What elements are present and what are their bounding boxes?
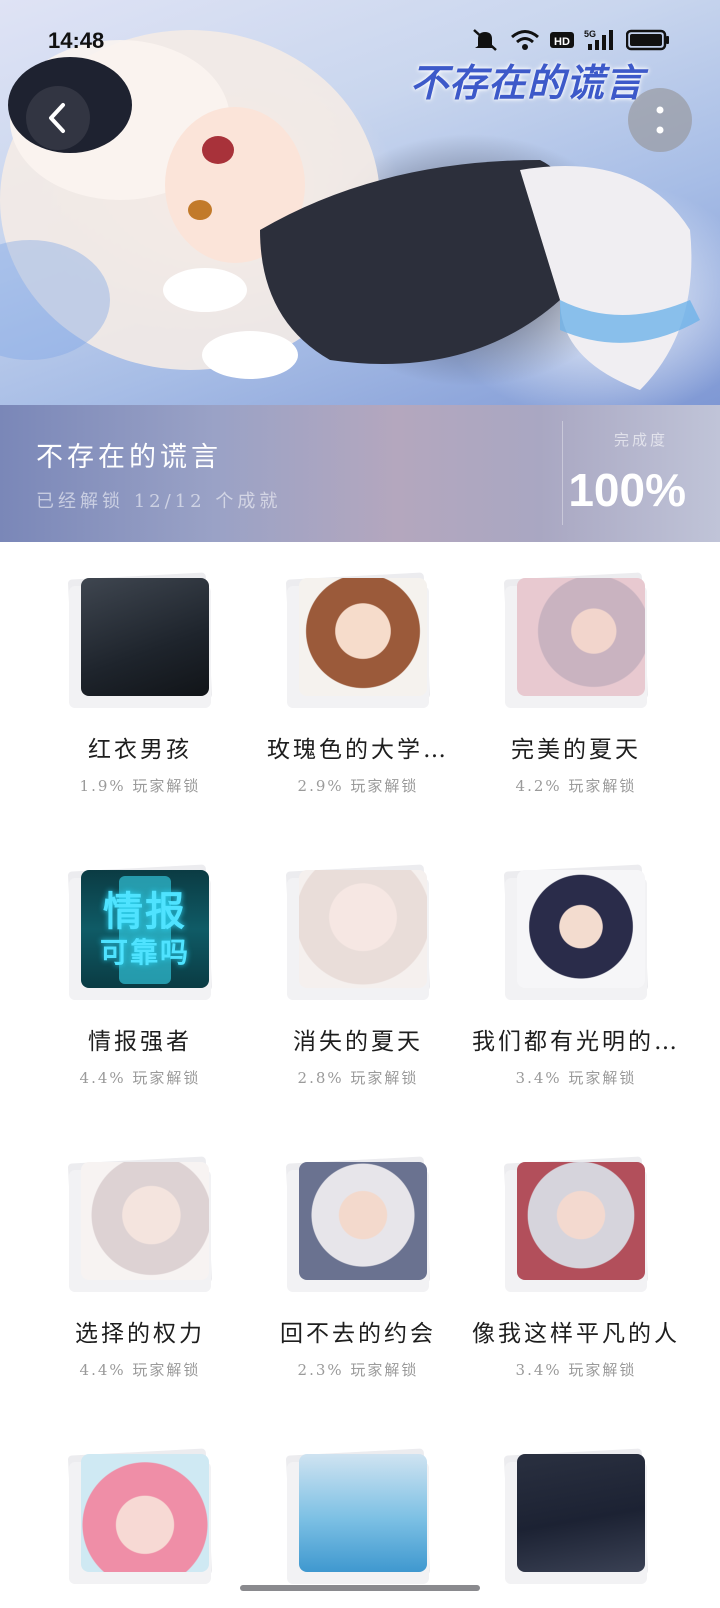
unlock-count: 已经解锁 12/12 个成就 [36, 491, 282, 512]
svg-text:HD: HD [554, 36, 570, 48]
achievement-title: 回不去的约会 [280, 1321, 436, 1347]
achievement-card[interactable]: 红衣男孩 1.9% 玩家解锁 [30, 542, 250, 812]
achievement-thumbnail [67, 1156, 213, 1292]
divider [562, 421, 563, 525]
battery-icon [626, 29, 669, 51]
achievement-unlock-rate: 4.2% 玩家解锁 [515, 777, 637, 795]
achievement-card[interactable]: 我们都有光明的… 3.4% 玩家解锁 [466, 834, 686, 1104]
achievement-card[interactable]: 完美的夏天 4.2% 玩家解锁 [466, 542, 686, 812]
progress-label: 完成度 [614, 431, 669, 449]
achievement-thumbnail [67, 1448, 213, 1584]
status-icons: HD 5G [470, 28, 670, 52]
svg-text:5G: 5G [584, 29, 596, 39]
achievement-thumbnail [503, 1448, 649, 1584]
achievement-card[interactable]: 情报 可靠吗情报强者 4.4% 玩家解锁 [30, 834, 250, 1104]
achievement-unlock-rate: 4.4% 玩家解锁 [79, 1361, 201, 1379]
achievement-title: 红衣男孩 [88, 737, 192, 763]
achievement-title: 情报强者 [88, 1029, 192, 1055]
achievement-image [81, 578, 209, 696]
achievement-image [299, 578, 427, 696]
achievement-title: 消失的夏天 [293, 1029, 423, 1055]
achievement-unlock-rate: 2.8% 玩家解锁 [297, 1069, 419, 1087]
more-options-button[interactable] [628, 88, 692, 152]
achievement-thumbnail [503, 864, 649, 1000]
achievement-card[interactable]: 选择的权力 4.4% 玩家解锁 [30, 1126, 250, 1396]
achievement-unlock-rate: 3.4% 玩家解锁 [515, 1361, 637, 1379]
achievement-image [81, 1454, 209, 1572]
achievement-thumbnail [285, 864, 431, 1000]
status-time: 14:48 [48, 28, 105, 53]
achievement-image [517, 1454, 645, 1572]
achievement-thumbnail [503, 1156, 649, 1292]
achievement-thumbnail [285, 1448, 431, 1584]
thumbnail-text-line-1: 情报 [103, 888, 187, 935]
achievement-image [299, 870, 427, 988]
hd-icon: HD [550, 32, 574, 48]
back-button[interactable] [26, 86, 90, 150]
achievement-thumbnail [503, 572, 649, 708]
thumbnail-text: 情报 可靠吗 [81, 870, 209, 988]
achievement-image: 情报 可靠吗 [81, 870, 209, 988]
achievement-thumbnail [285, 1156, 431, 1292]
game-hero-banner: 14:48 HD 5G 不存在的谎言 [0, 0, 720, 405]
achievement-title: 像我这样平凡的人 [472, 1321, 680, 1347]
achievement-unlock-rate: 1.9% 玩家解锁 [79, 777, 201, 795]
achievement-card[interactable] [466, 1418, 686, 1608]
achievement-thumbnail [285, 572, 431, 708]
achievement-unlock-rate: 3.4% 玩家解锁 [515, 1069, 637, 1087]
achievement-image [299, 1454, 427, 1572]
achievement-title: 选择的权力 [75, 1321, 205, 1347]
achievement-title: 玫瑰色的大学… [267, 737, 449, 763]
game-logo: 不存在的谎言 [409, 60, 644, 105]
thumbnail-text-line-2: 可靠吗 [99, 936, 190, 969]
mute-bell-icon [473, 29, 497, 51]
achievement-unlock-rate: 2.9% 玩家解锁 [297, 777, 419, 795]
more-vertical-icon [656, 106, 664, 134]
achievement-title: 我们都有光明的… [472, 1029, 680, 1055]
achievement-card[interactable] [30, 1418, 250, 1608]
achievement-image [299, 1162, 427, 1280]
achievement-unlock-rate: 2.3% 玩家解锁 [297, 1361, 419, 1379]
achievement-image [517, 870, 645, 988]
achievement-card[interactable]: 消失的夏天 2.8% 玩家解锁 [248, 834, 468, 1104]
achievement-page: 14:48 HD 5G 不存在的谎言 不存在的谎言 已经解锁 12/12 个成就… [0, 0, 720, 1608]
achievement-card[interactable] [248, 1418, 468, 1608]
chevron-left-icon [49, 103, 65, 133]
progress-value: 100% [568, 464, 686, 516]
achievement-image [81, 1162, 209, 1280]
achievement-image [517, 1162, 645, 1280]
achievement-summary: 不存在的谎言 已经解锁 12/12 个成就 完成度 100% [0, 405, 720, 542]
achievement-card[interactable]: 回不去的约会 2.3% 玩家解锁 [248, 1126, 468, 1396]
achievement-unlock-rate: 4.4% 玩家解锁 [79, 1069, 201, 1087]
home-indicator[interactable] [240, 1585, 480, 1591]
game-title: 不存在的谎言 [36, 442, 222, 473]
achievement-thumbnail: 情报 可靠吗 [67, 864, 213, 1000]
achievement-title: 完美的夏天 [511, 737, 641, 763]
achievement-card[interactable]: 像我这样平凡的人 3.4% 玩家解锁 [466, 1126, 686, 1396]
wifi-icon [511, 30, 539, 50]
signal-5g-icon: 5G [584, 29, 613, 50]
achievement-card[interactable]: 玫瑰色的大学… 2.9% 玩家解锁 [248, 542, 468, 812]
achievement-thumbnail [67, 572, 213, 708]
achievement-image [517, 578, 645, 696]
